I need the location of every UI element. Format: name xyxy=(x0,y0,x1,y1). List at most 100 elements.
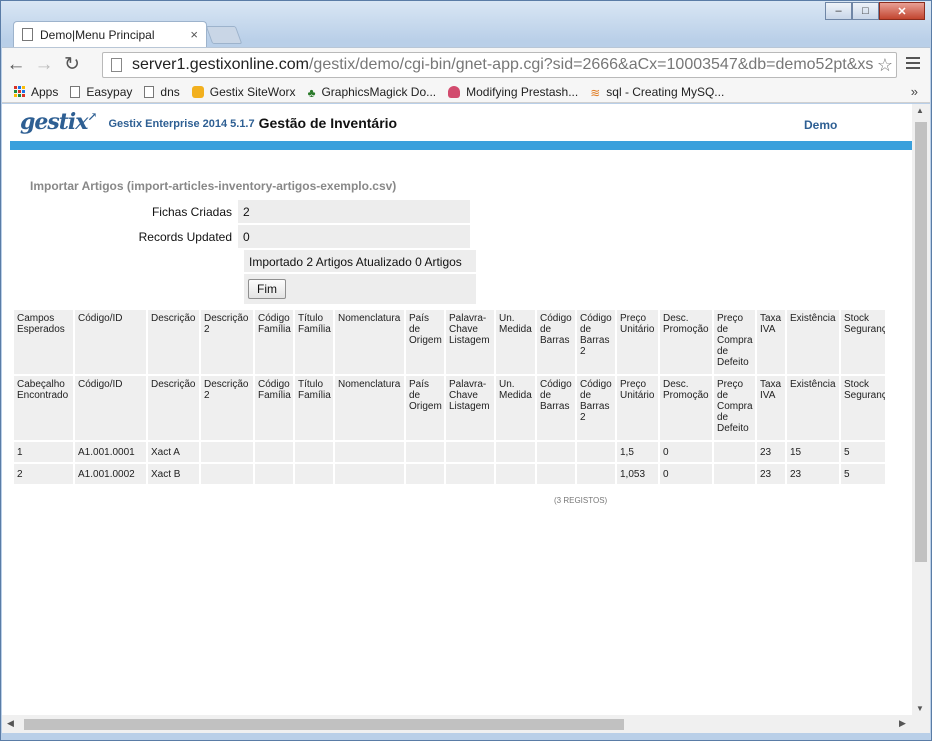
created-value: 2 xyxy=(238,200,470,223)
table-cell: Stock Seguranç xyxy=(841,310,885,374)
bookmark-gestix-siteworx[interactable]: Gestix SiteWorx xyxy=(191,84,296,99)
app-header: gestix↗ Gestix Enterprise 2014 5.1.7 Ges… xyxy=(2,104,912,140)
user-link[interactable]: Demo xyxy=(804,118,837,132)
finish-button[interactable]: Fim xyxy=(248,279,286,299)
bookmark-label: Modifying Prestash... xyxy=(466,84,579,99)
table-cell: Código/ID xyxy=(75,376,146,440)
table-cell: Preço Unitário xyxy=(617,310,658,374)
table-cell: Taxa IVA xyxy=(757,376,785,440)
table-cell: Un. Medida xyxy=(496,310,535,374)
browser-toolbar: ← → ↻ server1.gestixonline.com/gestix/de… xyxy=(2,47,930,81)
table-cell: Código de Barras xyxy=(537,376,575,440)
table-cell: Preço de Compra de Defeito xyxy=(714,376,755,440)
table-cell: Preço de Compra de Defeito xyxy=(714,310,755,374)
vertical-scrollbar[interactable]: ▲ ▼ xyxy=(912,104,930,715)
table-cell: Título Família xyxy=(295,376,333,440)
button-area: Fim xyxy=(244,274,476,304)
table-cell: Código Família xyxy=(255,310,293,374)
new-tab-button[interactable] xyxy=(205,26,243,44)
table-row: 1 A1.001.0001 Xact A 1,5 0 23 15 5 xyxy=(14,442,885,462)
table-cell: 5 xyxy=(841,442,885,462)
bookmarks-overflow-icon[interactable]: » xyxy=(911,84,918,99)
page-content: gestix↗ Gestix Enterprise 2014 5.1.7 Ges… xyxy=(2,104,912,715)
table-cell: Xact B xyxy=(148,464,199,484)
created-row: Fichas Criadas 2 xyxy=(2,200,470,223)
table-cell xyxy=(537,464,575,484)
table-row: 2 A1.001.0002 Xact B 1,053 0 23 23 5 xyxy=(14,464,885,484)
vertical-scroll-thumb[interactable] xyxy=(915,122,927,562)
url-text[interactable]: server1.gestixonline.com/gestix/demo/cgi… xyxy=(132,56,874,74)
browser-tab[interactable]: Demo|Menu Principal × xyxy=(13,21,207,47)
tab-close-icon[interactable]: × xyxy=(190,27,198,42)
table-cell xyxy=(714,464,755,484)
table-cell: Descrição 2 xyxy=(201,310,253,374)
table-cell: Existência xyxy=(787,376,839,440)
table-cell xyxy=(577,464,615,484)
table-cell xyxy=(201,442,253,462)
table-cell xyxy=(295,442,333,462)
reload-icon[interactable]: ↻ xyxy=(58,53,86,76)
updated-value: 0 xyxy=(238,225,470,248)
scroll-left-icon[interactable]: ◀ xyxy=(7,718,14,729)
bookmark-graphicsmagick[interactable]: ♣ GraphicsMagick Do... xyxy=(308,84,437,100)
bookmark-prestashop[interactable]: Modifying Prestash... xyxy=(448,85,578,99)
bookmark-sql[interactable]: ≋ sql - Creating MySQ... xyxy=(590,85,724,100)
table-cell: Título Família xyxy=(295,310,333,374)
import-message: Importado 2 Artigos Atualizado 0 Artigos xyxy=(244,250,476,272)
page-icon xyxy=(22,28,33,41)
bookmark-label: Gestix SiteWorx xyxy=(209,84,296,99)
apps-grid-icon xyxy=(14,86,25,97)
table-cell: Código de Barras 2 xyxy=(577,310,615,374)
logo-arrow-icon: ↗ xyxy=(87,109,97,124)
expected-header-row: Campos Esperados Código/ID Descrição Descri… xyxy=(14,310,885,374)
header-divider xyxy=(10,141,912,150)
table-cell xyxy=(255,464,293,484)
scroll-down-icon[interactable]: ▼ xyxy=(916,704,924,713)
table-cell: 0 xyxy=(660,464,712,484)
horizontal-scrollbar[interactable]: ◀ ▶ xyxy=(2,715,930,733)
table-cell: Desc. Promoção xyxy=(660,376,712,440)
import-title: Importar Artigos (import-articles-invent… xyxy=(30,179,397,193)
url-path: /gestix/demo/cgi-bin/gnet-app.cgi?sid=26… xyxy=(308,56,874,73)
table-cell xyxy=(406,442,444,462)
horizontal-scroll-thumb[interactable] xyxy=(24,719,624,730)
table-cell: 23 xyxy=(787,464,839,484)
table-cell: País de Origem xyxy=(406,376,444,440)
table-cell: A1.001.0001 xyxy=(75,442,146,462)
scroll-right-icon[interactable]: ▶ xyxy=(899,718,906,729)
minimize-button[interactable]: – xyxy=(825,2,852,20)
table-cell: Descrição xyxy=(148,310,199,374)
close-window-button[interactable]: ✕ xyxy=(879,2,925,20)
table-cell: Nomenclatura xyxy=(335,376,404,440)
url-host: server1.gestixonline.com xyxy=(132,56,309,73)
updated-row: Records Updated 0 xyxy=(2,225,470,248)
bookmark-easypay[interactable]: Easypay xyxy=(70,85,132,99)
table-cell: Preço Unitário xyxy=(617,376,658,440)
table-cell xyxy=(255,442,293,462)
address-bar[interactable]: server1.gestixonline.com/gestix/demo/cgi… xyxy=(102,52,897,78)
table-cell xyxy=(406,464,444,484)
table-cell: Descrição xyxy=(148,376,199,440)
back-icon[interactable]: ← xyxy=(2,54,30,76)
table-cell: Cabeçalho Encontrado xyxy=(14,376,73,440)
bookmark-dns[interactable]: dns xyxy=(144,85,180,99)
created-label: Fichas Criadas xyxy=(151,205,232,219)
forward-icon[interactable]: → xyxy=(30,54,58,76)
tab-title: Demo|Menu Principal xyxy=(40,27,155,42)
maximize-button[interactable]: □ xyxy=(852,2,879,20)
page-icon xyxy=(111,58,122,72)
logo-text: gestix xyxy=(20,109,88,135)
gestix-logo[interactable]: gestix↗ xyxy=(20,109,97,135)
scroll-up-icon[interactable]: ▲ xyxy=(916,106,924,115)
menu-icon[interactable] xyxy=(906,57,920,72)
table-cell: Código/ID xyxy=(75,310,146,374)
table-cell: 2 xyxy=(14,464,73,484)
table-cell: Stock Seguranç xyxy=(841,376,885,440)
table-cell: Código Família xyxy=(255,376,293,440)
bookmark-apps[interactable]: Apps xyxy=(14,85,58,99)
page-icon xyxy=(70,85,81,98)
bookmark-label: GraphicsMagick Do... xyxy=(321,84,437,99)
bookmark-star-icon[interactable]: ☆ xyxy=(874,55,896,76)
updated-label: Records Updated xyxy=(138,230,232,244)
table-cell: País de Origem xyxy=(406,310,444,374)
